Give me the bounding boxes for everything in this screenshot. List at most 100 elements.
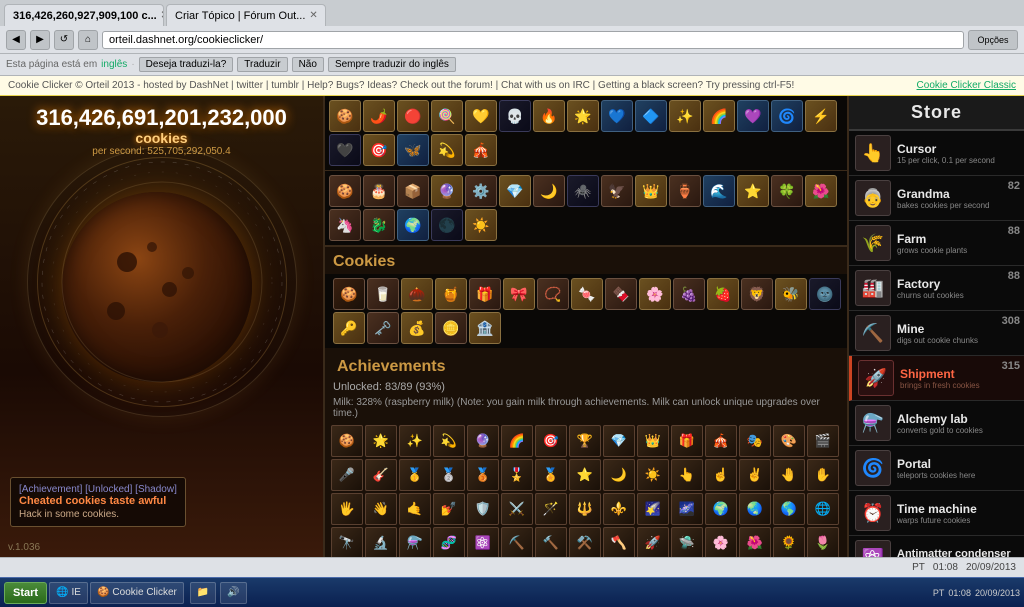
cookie-upgrade-16[interactable]: 🦄 xyxy=(329,209,361,241)
ach-5[interactable]: 🔮 xyxy=(467,425,499,457)
cookie-item-1[interactable]: 🍪 xyxy=(333,278,365,310)
cookie-upgrade-12[interactable]: 🌊 xyxy=(703,175,735,207)
cookie-item-14[interactable]: 🐝 xyxy=(775,278,807,310)
ach-17[interactable]: 🎸 xyxy=(365,459,397,491)
taskbar-app-ie[interactable]: 🌐IE xyxy=(49,582,88,604)
ach-47[interactable]: 🔬 xyxy=(365,527,397,557)
cookie-upgrade-6[interactable]: 💎 xyxy=(499,175,531,207)
upgrade-icon-20[interactable]: 🎪 xyxy=(465,134,497,166)
options-button[interactable]: Opções xyxy=(968,30,1018,50)
ach-23[interactable]: ⭐ xyxy=(569,459,601,491)
cookie-item-15[interactable]: 🌚 xyxy=(809,278,841,310)
ach-21[interactable]: 🎖️ xyxy=(501,459,533,491)
ach-9[interactable]: 💎 xyxy=(603,425,635,457)
upgrade-icon-15[interactable]: ⚡ xyxy=(805,100,837,132)
cookie-upgrade-1[interactable]: 🍪 xyxy=(329,175,361,207)
ach-39[interactable]: ⚜️ xyxy=(603,493,635,525)
store-item-mine[interactable]: ⛏️ Mine digs out cookie chunks 308 xyxy=(849,311,1024,356)
upgrade-icon-7[interactable]: 🔥 xyxy=(533,100,565,132)
taskbar-app-4[interactable]: 🔊 xyxy=(220,582,246,604)
cookie-upgrade-4[interactable]: 🔮 xyxy=(431,175,463,207)
ach-33[interactable]: 🤙 xyxy=(399,493,431,525)
ach-27[interactable]: ☝️ xyxy=(705,459,737,491)
ach-2[interactable]: 🌟 xyxy=(365,425,397,457)
ach-49[interactable]: 🧬 xyxy=(433,527,465,557)
store-item-cursor[interactable]: 👆 Cursor 15 per click, 0.1 per second xyxy=(849,131,1024,176)
ach-32[interactable]: 👋 xyxy=(365,493,397,525)
upgrade-icon-11[interactable]: ✨ xyxy=(669,100,701,132)
cookie-upgrade-8[interactable]: 🕷️ xyxy=(567,175,599,207)
cookie-item-5[interactable]: 🎁 xyxy=(469,278,501,310)
ach-54[interactable]: 🪓 xyxy=(603,527,635,557)
always-translate-button[interactable]: Sempre traduzir do inglês xyxy=(328,57,456,72)
ach-7[interactable]: 🎯 xyxy=(535,425,567,457)
ach-11[interactable]: 🎁 xyxy=(671,425,703,457)
cookie-item-16[interactable]: 🔑 xyxy=(333,312,365,344)
cookie-upgrade-9[interactable]: 🦅 xyxy=(601,175,633,207)
home-button[interactable]: ⌂ xyxy=(78,30,98,50)
ach-58[interactable]: 🌺 xyxy=(739,527,771,557)
cookie-upgrade-18[interactable]: 🌍 xyxy=(397,209,429,241)
taskbar-app-3[interactable]: 📁 xyxy=(190,582,216,604)
ach-57[interactable]: 🌸 xyxy=(705,527,737,557)
upgrade-icon-14[interactable]: 🌀 xyxy=(771,100,803,132)
cookie-item-6[interactable]: 🎀 xyxy=(503,278,535,310)
store-item-farm[interactable]: 🌾 Farm grows cookie plants 88 xyxy=(849,221,1024,266)
cookie-item-20[interactable]: 🏦 xyxy=(469,312,501,344)
cookie-item-19[interactable]: 🪙 xyxy=(435,312,467,344)
upgrade-icon-17[interactable]: 🎯 xyxy=(363,134,395,166)
ach-4[interactable]: 💫 xyxy=(433,425,465,457)
tab-close-1[interactable]: ✕ xyxy=(161,10,164,21)
cookie-item-2[interactable]: 🥛 xyxy=(367,278,399,310)
cookie-item-9[interactable]: 🍫 xyxy=(605,278,637,310)
tab-close-2[interactable]: ✕ xyxy=(309,10,317,21)
store-item-grandma[interactable]: 👵 Grandma bakes cookies per second 82 xyxy=(849,176,1024,221)
address-bar[interactable]: orteil.dashnet.org/cookieclicker/ xyxy=(102,31,964,49)
upgrade-icon-2[interactable]: 🌶️ xyxy=(363,100,395,132)
ach-14[interactable]: 🎨 xyxy=(773,425,805,457)
upgrade-icon-18[interactable]: 🦋 xyxy=(397,134,429,166)
upgrade-icon-6[interactable]: 💀 xyxy=(499,100,531,132)
forward-button[interactable]: ▶ xyxy=(30,30,50,50)
ach-53[interactable]: ⚒️ xyxy=(569,527,601,557)
ach-42[interactable]: 🌍 xyxy=(705,493,737,525)
no-translate-button[interactable]: Não xyxy=(292,57,324,72)
ach-24[interactable]: 🌙 xyxy=(603,459,635,491)
ach-43[interactable]: 🌏 xyxy=(739,493,771,525)
cookie-upgrade-10[interactable]: 👑 xyxy=(635,175,667,207)
ach-13[interactable]: 🎭 xyxy=(739,425,771,457)
tab-forum[interactable]: Criar Tópico | Fórum Out... ✕ xyxy=(166,4,326,26)
store-item-timemachine[interactable]: ⏰ Time machine warps future cookies xyxy=(849,491,1024,536)
cookie-item-8[interactable]: 🍬 xyxy=(571,278,603,310)
taskbar-app-cookie[interactable]: 🍪Cookie Clicker xyxy=(90,582,184,604)
back-button[interactable]: ◀ xyxy=(6,30,26,50)
ach-41[interactable]: 🌌 xyxy=(671,493,703,525)
ach-45[interactable]: 🌐 xyxy=(807,493,839,525)
ach-10[interactable]: 👑 xyxy=(637,425,669,457)
upgrade-icon-19[interactable]: 💫 xyxy=(431,134,463,166)
cookie-upgrade-20[interactable]: ☀️ xyxy=(465,209,497,241)
store-item-portal[interactable]: 🌀 Portal teleports cookies here xyxy=(849,446,1024,491)
cookie-upgrade-7[interactable]: 🌙 xyxy=(533,175,565,207)
cookie-item-10[interactable]: 🌸 xyxy=(639,278,671,310)
ach-46[interactable]: 🔭 xyxy=(331,527,363,557)
ach-19[interactable]: 🥈 xyxy=(433,459,465,491)
ach-48[interactable]: ⚗️ xyxy=(399,527,431,557)
upgrade-icon-5[interactable]: 💛 xyxy=(465,100,497,132)
start-button[interactable]: Start xyxy=(4,582,47,604)
upgrade-icon-10[interactable]: 🔷 xyxy=(635,100,667,132)
ach-55[interactable]: 🚀 xyxy=(637,527,669,557)
ach-6[interactable]: 🌈 xyxy=(501,425,533,457)
ach-18[interactable]: 🥇 xyxy=(399,459,431,491)
upgrade-icon-9[interactable]: 💙 xyxy=(601,100,633,132)
cookie-upgrade-2[interactable]: 🎂 xyxy=(363,175,395,207)
ach-35[interactable]: 🛡️ xyxy=(467,493,499,525)
ach-26[interactable]: 👆 xyxy=(671,459,703,491)
upgrade-icon-3[interactable]: 🔴 xyxy=(397,100,429,132)
translate-button[interactable]: Traduzir xyxy=(237,57,287,72)
ach-36[interactable]: ⚔️ xyxy=(501,493,533,525)
cookie-upgrade-3[interactable]: 📦 xyxy=(397,175,429,207)
cookie-item-17[interactable]: 🗝️ xyxy=(367,312,399,344)
ach-16[interactable]: 🎤 xyxy=(331,459,363,491)
cookie-item-12[interactable]: 🍓 xyxy=(707,278,739,310)
